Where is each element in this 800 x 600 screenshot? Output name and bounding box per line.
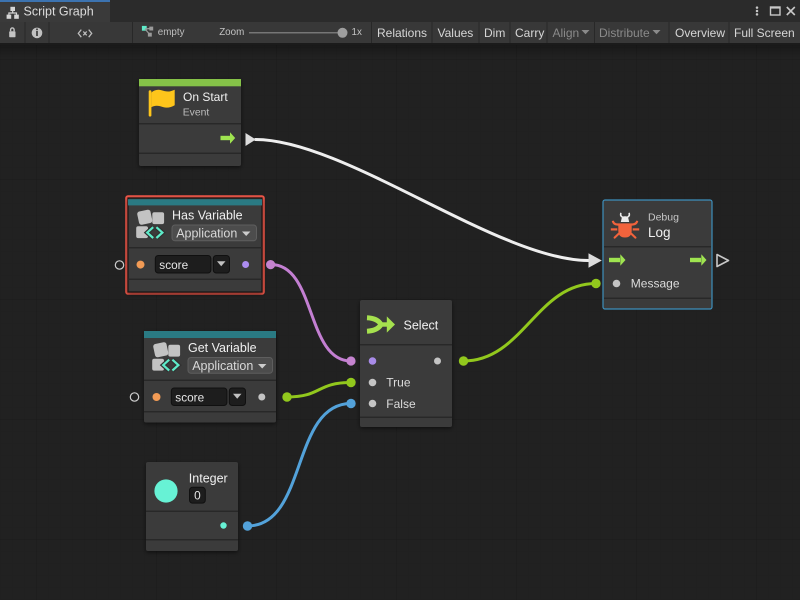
svg-text:True: True: [386, 376, 411, 390]
svg-text:Application: Application: [176, 226, 237, 240]
svg-text:Script Graph: Script Graph: [24, 5, 94, 19]
svg-text:Get Variable: Get Variable: [188, 341, 257, 355]
svg-text:Application: Application: [192, 359, 253, 373]
svg-text:Distribute: Distribute: [599, 26, 650, 40]
svg-text:Relations: Relations: [377, 26, 427, 40]
svg-text:Select: Select: [404, 318, 439, 332]
svg-text:Full Screen: Full Screen: [734, 26, 795, 40]
svg-text:Event: Event: [183, 107, 210, 118]
svg-text:Values: Values: [438, 26, 474, 40]
svg-text:Message: Message: [631, 277, 680, 291]
svg-text:Debug: Debug: [648, 212, 679, 224]
svg-text:Overview: Overview: [675, 26, 725, 40]
svg-text:Has Variable: Has Variable: [172, 209, 243, 223]
svg-text:score: score: [175, 391, 204, 405]
svg-text:Zoom: Zoom: [219, 27, 244, 38]
svg-text:On Start: On Start: [183, 90, 228, 104]
svg-text:Integer: Integer: [189, 471, 228, 485]
svg-text:Log: Log: [648, 225, 671, 240]
svg-text:1x: 1x: [352, 27, 362, 38]
svg-text:Dim: Dim: [484, 26, 505, 40]
svg-text:Align: Align: [553, 26, 580, 40]
svg-text:score: score: [159, 258, 188, 272]
svg-text:empty: empty: [158, 27, 185, 38]
svg-text:0: 0: [194, 489, 201, 503]
svg-text:Carry: Carry: [515, 26, 544, 40]
svg-text:False: False: [386, 397, 416, 411]
